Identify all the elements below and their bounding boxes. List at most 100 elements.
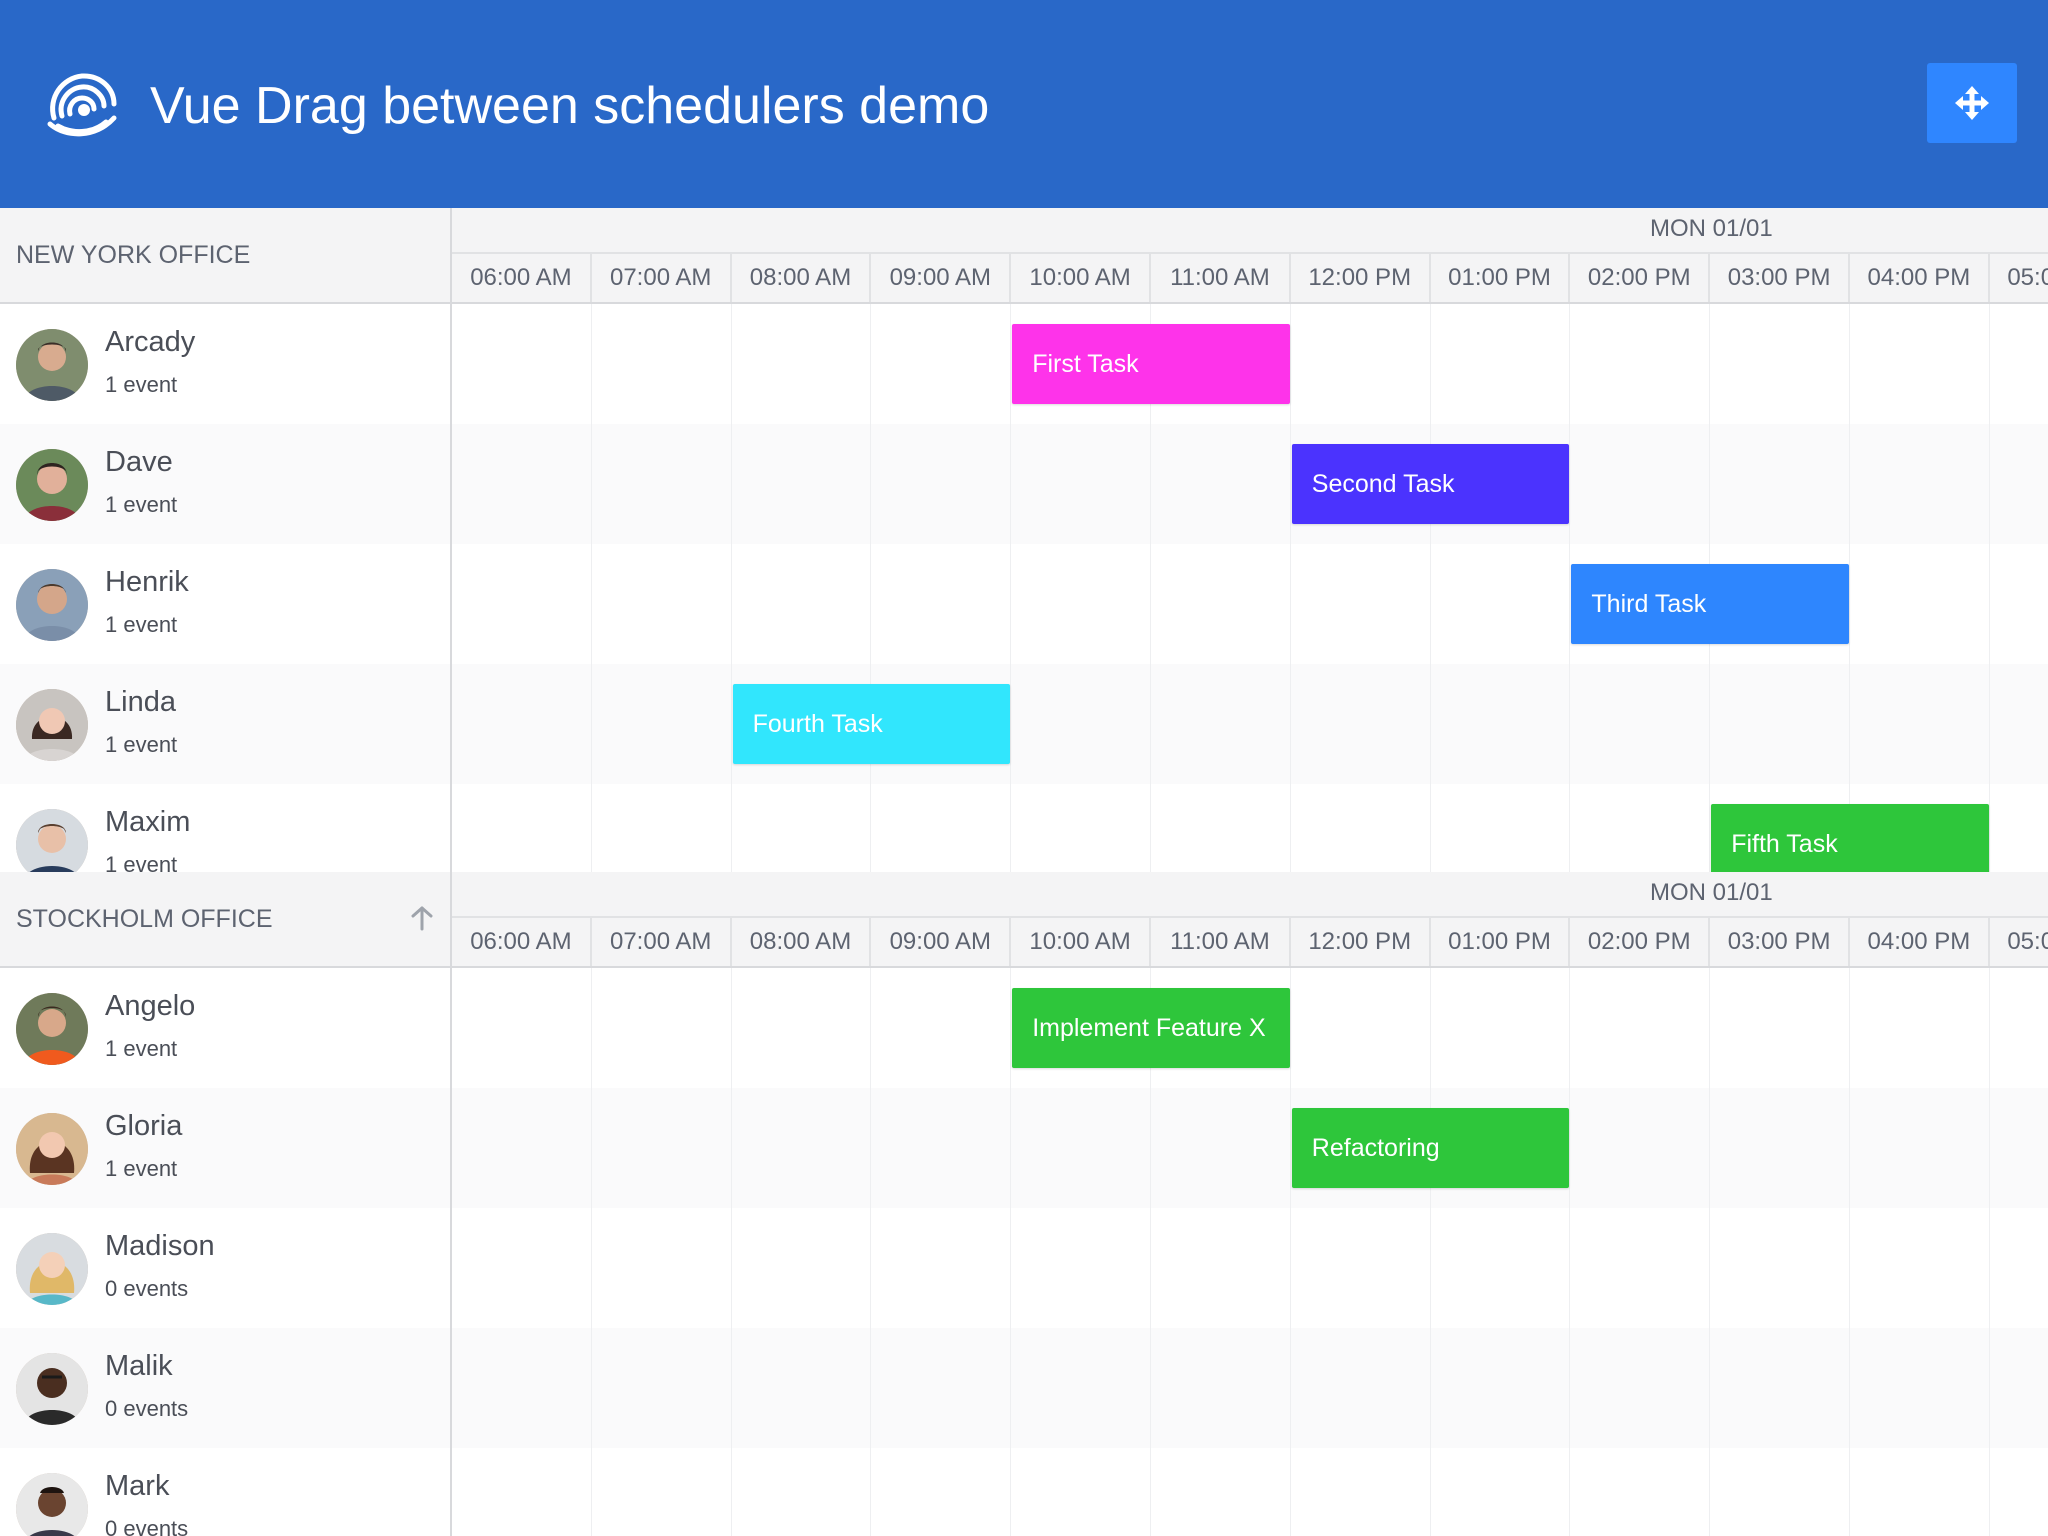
resource-event-count: 1 event <box>105 1036 178 1061</box>
grid-line <box>1429 968 1431 1536</box>
timeline-row[interactable] <box>452 424 2048 544</box>
resource-row[interactable]: Maxim 1 event <box>0 784 450 872</box>
resource-name: Dave <box>105 446 173 478</box>
grid-line <box>590 304 592 872</box>
resource-event-count: 0 events <box>105 1276 189 1301</box>
event-bar[interactable]: Second Task <box>1291 444 1570 524</box>
grid-line <box>1988 968 1990 1536</box>
move-arrows-icon <box>1955 86 1989 120</box>
resource-row[interactable]: Angelo 1 event <box>0 968 450 1088</box>
resource-row[interactable]: Mark 0 events <box>0 1448 450 1536</box>
office-title: STOCKHOLM OFFICE <box>16 905 273 933</box>
time-tick-label: 02:00 PM <box>1570 918 1711 966</box>
avatar <box>16 449 88 521</box>
grid-line <box>1849 968 1850 1536</box>
resource-name: Malik <box>105 1350 173 1382</box>
resource-event-count: 1 event <box>105 492 178 517</box>
timeline-header: MON 01/01 06:00 AM 07:00 AM 08:00 AM 09:00 … <box>452 208 2048 304</box>
grid-line <box>1289 304 1291 872</box>
time-tick-label: 04:00 PM <box>1850 254 1990 302</box>
timeline-row[interactable] <box>452 1328 2048 1448</box>
resource-event-count: 0 events <box>105 1516 189 1536</box>
resource-column-header: STOCKHOLM OFFICE <box>0 872 450 968</box>
resource-name: Linda <box>105 686 176 718</box>
resource-name: Madison <box>105 1230 215 1262</box>
time-tick-label: 09:00 AM <box>871 254 1012 302</box>
grid-line <box>730 968 732 1536</box>
resource-column: STOCKHOLM OFFICE Angelo 1 event Gloria 1… <box>0 872 452 1536</box>
avatar <box>16 993 88 1065</box>
event-bar[interactable]: Implement Feature X <box>1012 988 1290 1068</box>
time-tick-label: 05:00 PM <box>1990 254 2048 302</box>
resource-event-count: 1 event <box>105 372 178 397</box>
resource-row[interactable]: Henrik 1 event <box>0 544 450 664</box>
scheduler-stockholm: STOCKHOLM OFFICE Angelo 1 event Gloria 1… <box>0 872 2048 1536</box>
date-label: MON 01/01 <box>1650 879 1773 906</box>
resource-row[interactable]: Dave 1 event <box>0 424 450 544</box>
time-tick-label: 12:00 PM <box>1291 918 1431 966</box>
avatar <box>16 1353 88 1425</box>
resource-name: Mark <box>105 1470 170 1502</box>
resource-name: Gloria <box>105 1110 183 1142</box>
time-tick-label: 11:00 AM <box>1151 254 1291 302</box>
event-bar[interactable]: Fifth Task <box>1711 804 1989 872</box>
time-tick-label: 07:00 AM <box>592 918 732 966</box>
date-header: MON 01/01 <box>452 872 2048 918</box>
resource-event-count: 1 event <box>105 612 178 637</box>
resource-event-count: 1 event <box>105 1156 178 1181</box>
grid-line <box>870 968 872 1536</box>
timeline-header: MON 01/01 06:00 AM 07:00 AM 08:00 AM 09:00 … <box>452 872 2048 968</box>
time-tick-label: 10:00 AM <box>1011 254 1151 302</box>
grid-line <box>1709 968 1711 1536</box>
timeline-row[interactable] <box>452 1088 2048 1208</box>
time-tick-label: 08:00 AM <box>732 254 872 302</box>
time-tick-label: 04:00 PM <box>1850 918 1990 966</box>
drag-mode-button[interactable] <box>1927 63 2017 143</box>
time-tick-label: 02:00 PM <box>1570 254 1711 302</box>
avatar <box>16 1113 88 1185</box>
scheduler-new-york: NEW YORK OFFICE Arcady 1 event Dave 1 ev… <box>0 208 2048 872</box>
arrow-up-icon[interactable] <box>408 904 436 932</box>
event-bar[interactable]: Fourth Task <box>732 684 1011 764</box>
avatar <box>16 689 88 761</box>
grid-line <box>590 968 592 1536</box>
resource-row[interactable]: Malik 0 events <box>0 1328 450 1448</box>
avatar <box>16 569 88 641</box>
resource-column: NEW YORK OFFICE Arcady 1 event Dave 1 ev… <box>0 208 452 872</box>
timeline-row[interactable] <box>452 1208 2048 1328</box>
time-tick-label: 08:00 AM <box>732 918 872 966</box>
grid-line <box>1429 304 1431 872</box>
office-title: NEW YORK OFFICE <box>16 241 251 269</box>
time-tick-label: 03:00 PM <box>1710 254 1850 302</box>
timeline-row[interactable] <box>452 1448 2048 1536</box>
timeline-row[interactable] <box>452 664 2048 784</box>
resource-row[interactable]: Madison 0 events <box>0 1208 450 1328</box>
time-tick-label: 10:00 AM <box>1011 918 1151 966</box>
resource-column-header: NEW YORK OFFICE <box>0 208 450 304</box>
event-bar[interactable]: Third Task <box>1571 564 1849 644</box>
resource-row[interactable]: Arcady 1 event <box>0 304 450 424</box>
resource-name: Arcady <box>105 326 196 358</box>
resource-name: Henrik <box>105 566 189 598</box>
time-tick-label: 05:00 PM <box>1990 918 2048 966</box>
app-logo-icon <box>47 73 117 137</box>
event-bar[interactable]: Refactoring <box>1291 1108 1570 1188</box>
grid-line <box>1010 304 1012 872</box>
grid-line <box>870 304 872 872</box>
app-header: Vue Drag between schedulers demo <box>0 0 2048 208</box>
resource-name: Maxim <box>105 806 191 838</box>
grid-line <box>1010 968 1012 1536</box>
time-tick-label: 03:00 PM <box>1710 918 1850 966</box>
grid-line <box>1988 304 1990 872</box>
timeline: MON 01/01 06:00 AM 07:00 AM 08:00 AM 09:00 … <box>452 208 2048 872</box>
event-bar[interactable]: First Task <box>1012 324 1290 404</box>
grid-line <box>1849 304 1850 872</box>
resource-row[interactable]: Linda 1 event <box>0 664 450 784</box>
page-title: Vue Drag between schedulers demo <box>150 77 990 135</box>
resource-row[interactable]: Gloria 1 event <box>0 1088 450 1208</box>
grid-line <box>730 304 732 872</box>
resource-event-count: 0 events <box>105 1396 189 1421</box>
avatar <box>16 329 88 401</box>
time-tick-label: 11:00 AM <box>1151 918 1291 966</box>
avatar <box>16 1233 88 1305</box>
